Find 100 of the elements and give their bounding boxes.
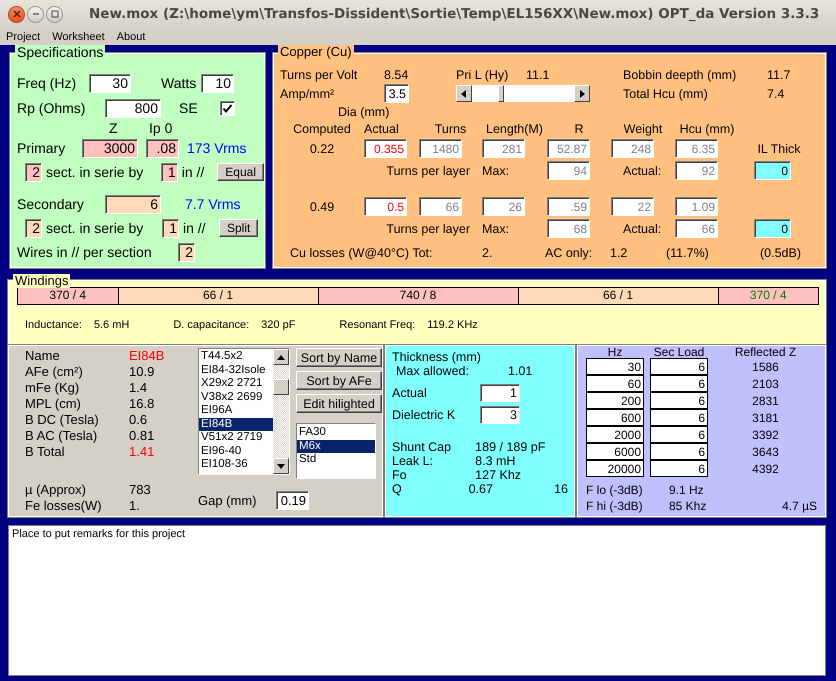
up-arrow-icon[interactable] [277, 354, 285, 360]
length-field[interactable]: 281 [482, 139, 525, 158]
menu-item[interactable]: Worksheet [46, 30, 111, 42]
core-list-item[interactable]: EI96-40 [199, 444, 273, 458]
maximize-button[interactable] [46, 6, 63, 22]
material-list-item[interactable]: FA30 [297, 426, 375, 440]
field-label: µ (Approx) [25, 482, 87, 498]
minimize-button[interactable] [27, 6, 44, 22]
material-list-item[interactable]: Std [297, 453, 375, 466]
frequency-field[interactable]: 2000 [586, 426, 644, 443]
height-field[interactable]: 1.09 [675, 197, 718, 216]
max-turns-field[interactable]: 94 [547, 161, 590, 180]
load-field[interactable]: 6 [650, 409, 708, 426]
core-list[interactable]: T44.5x2 EI84-32Isole X29x2 2721 V38x2 2699 EI96A EI84B V51x2 2719 EI96-40 EI108-36 [198, 348, 290, 475]
scroll-right-button[interactable] [574, 85, 590, 102]
field-value: 2. [482, 246, 494, 260]
reflected-impedance: 3181 [751, 410, 780, 424]
parallel-field[interactable]: 1 [162, 218, 179, 238]
core-list-item[interactable]: EI96A [199, 404, 273, 418]
dielectric-field[interactable]: 3 [480, 406, 520, 424]
down-arrow-icon[interactable] [277, 464, 285, 468]
plate-resistance-field[interactable]: 800 [105, 98, 161, 118]
field-value: 189 / 189 pF [475, 440, 546, 454]
max-turns-field[interactable]: 68 [547, 219, 590, 238]
load-field[interactable]: 6 [650, 460, 708, 477]
close-button[interactable] [8, 6, 25, 22]
slider-thumb[interactable] [498, 85, 504, 102]
column-label: Turns [434, 122, 468, 136]
height-field[interactable]: 6.35 [675, 139, 718, 158]
menu-item[interactable]: Project [0, 30, 46, 42]
parallel-field[interactable]: 1 [160, 162, 178, 182]
se-checkbox[interactable] [220, 100, 235, 116]
scroll-thumb[interactable] [273, 378, 289, 394]
split-button[interactable]: Split [219, 219, 258, 237]
scroll-left-button[interactable] [456, 85, 472, 102]
frequency-field[interactable]: 30 [89, 74, 131, 92]
weight-field[interactable]: 22 [611, 197, 654, 216]
primary-impedance-field[interactable]: 3000 [82, 138, 138, 158]
core-list-item[interactable]: X29x2 2721 [199, 377, 273, 390]
sections-field[interactable]: 2 [25, 162, 42, 182]
field-label: Name [25, 348, 61, 364]
column-label: IL Thick [756, 142, 802, 156]
panel-title: Windings [13, 274, 70, 288]
field-label: Fo [392, 468, 408, 482]
sections-field[interactable]: 2 [25, 218, 42, 238]
insulation-thickness-field[interactable]: 0 [754, 219, 791, 238]
material-list-item[interactable]: M6x [297, 440, 375, 453]
core-list-item[interactable]: V51x2 2719 [199, 431, 273, 444]
core-button[interactable]: Sort by Name [296, 348, 382, 367]
insulation-thickness-field[interactable]: 0 [754, 161, 791, 180]
load-field[interactable]: 6 [650, 443, 708, 460]
resistance-field[interactable]: 52.87 [547, 139, 590, 158]
column-label: Reflected Z [734, 346, 798, 358]
wires-field[interactable]: 2 [178, 242, 195, 262]
core-button[interactable]: Sort by AFe [296, 371, 382, 390]
core-list-item[interactable]: EI84-32Isole [199, 364, 273, 377]
scrollbar[interactable] [273, 349, 289, 474]
load-field[interactable]: 6 [650, 392, 708, 409]
actual-turns-field[interactable]: 66 [675, 219, 718, 238]
turns-field[interactable]: 1480 [419, 139, 462, 158]
resistance-field[interactable]: .59 [547, 197, 590, 216]
core-button[interactable]: Edit hilighted [296, 394, 382, 413]
secondary-impedance-field[interactable]: 6 [105, 194, 161, 214]
core-list-item[interactable]: V38x2 2699 [199, 390, 273, 404]
current-density-field[interactable]: 3.5 [384, 84, 409, 103]
load-field[interactable]: 6 [650, 358, 708, 375]
thickness-field[interactable]: 1 [480, 384, 520, 402]
inductance-slider[interactable] [456, 85, 590, 102]
diameter-field[interactable]: 0.5 [364, 197, 407, 216]
weight-field[interactable]: 248 [611, 139, 654, 158]
diameter-field[interactable]: 0.355 [364, 139, 407, 158]
turns-field[interactable]: 66 [419, 197, 462, 216]
primary-current-field[interactable]: .08 [146, 138, 179, 158]
frequency-field[interactable]: 200 [586, 392, 644, 409]
gap-field[interactable]: 0.19 [276, 491, 309, 510]
actual-turns-field[interactable]: 92 [675, 161, 718, 180]
field-value: EI84B [129, 348, 166, 364]
watts-field[interactable]: 10 [201, 74, 234, 92]
load-field[interactable]: 6 [650, 426, 708, 443]
frequency-field[interactable]: 20000 [586, 460, 644, 477]
field-label: Leak L: [392, 454, 434, 468]
core-list-item[interactable]: EI84B [199, 418, 273, 431]
core-list-item[interactable]: EI108-36 [199, 458, 273, 472]
field-value: 1.41 [129, 444, 156, 460]
remarks-field[interactable]: Place to put remarks for this project [8, 525, 826, 676]
field-label: Max allowed: [396, 364, 470, 378]
equal-button[interactable]: Equal [217, 163, 264, 181]
frequency-field[interactable]: 60 [586, 375, 644, 392]
length-field[interactable]: 26 [482, 197, 525, 216]
frequency-field[interactable]: 6000 [586, 443, 644, 460]
menu-item[interactable]: About [110, 30, 152, 42]
field-label: Fe losses(W) [25, 498, 103, 514]
load-field[interactable]: 6 [650, 375, 708, 392]
field-label: Shunt Cap [392, 440, 452, 454]
material-list[interactable]: FA30 M6x Std [296, 423, 376, 479]
reflected-impedance: 4392 [751, 462, 780, 476]
frequency-field[interactable]: 600 [586, 409, 644, 426]
panel-title: Copper (Cu) [278, 45, 354, 59]
core-list-item[interactable]: T44.5x2 [199, 350, 273, 364]
frequency-field[interactable]: 30 [586, 358, 644, 375]
